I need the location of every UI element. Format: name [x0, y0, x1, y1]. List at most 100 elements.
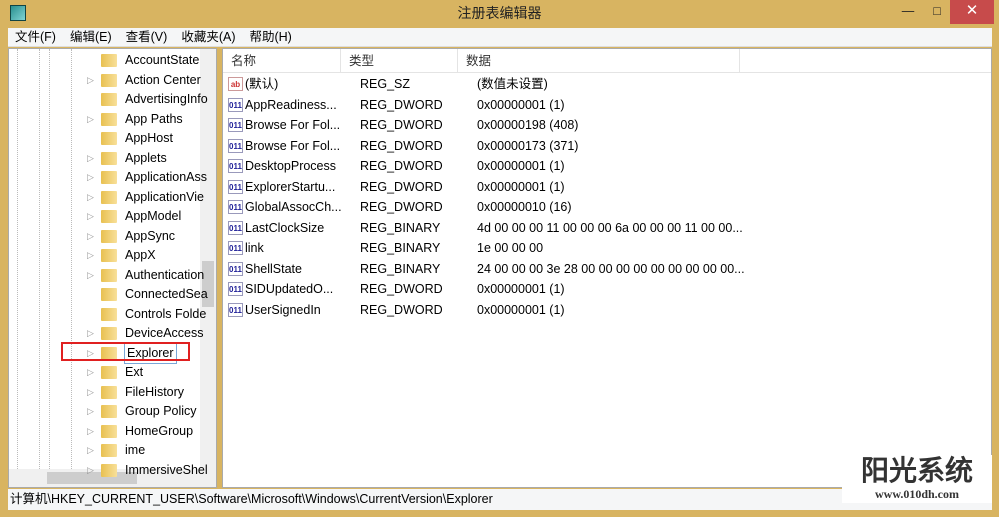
- tree-item[interactable]: ▷ App Paths: [87, 110, 183, 129]
- expand-arrow-icon[interactable]: ▷: [87, 422, 97, 441]
- expand-arrow-icon[interactable]: ▷: [87, 266, 97, 285]
- expand-arrow-icon[interactable]: ▷: [87, 324, 97, 343]
- binary-value-icon: 011: [228, 200, 243, 214]
- column-header-name[interactable]: 名称: [223, 49, 341, 72]
- value-name: UserSignedIn: [245, 302, 321, 317]
- expand-arrow-icon[interactable]: ▷: [87, 110, 97, 129]
- list-header: 名称 类型 数据: [223, 49, 991, 73]
- folder-icon: [101, 268, 117, 282]
- list-row[interactable]: 011 GlobalAssocCh... REG_DWORD 0x00000010 (…: [228, 197, 757, 217]
- folder-icon: [101, 73, 117, 87]
- expand-arrow-icon[interactable]: ▷: [87, 168, 97, 187]
- tree-item-label: AppSync: [125, 228, 176, 243]
- binary-value-icon: 011: [228, 261, 243, 276]
- close-button[interactable]: ✕: [950, 0, 994, 24]
- list-row[interactable]: 011 ExplorerStartu... REG_DWORD 0x00000001 …: [228, 177, 757, 197]
- expand-arrow-icon[interactable]: ▷: [87, 207, 97, 226]
- value-name: ShellState: [245, 261, 302, 276]
- tree-item[interactable]: ▷ ime: [87, 441, 145, 460]
- value-type: REG_DWORD: [360, 159, 443, 173]
- expand-arrow-icon[interactable]: ▷: [87, 461, 97, 480]
- list-row[interactable]: 011 LastClockSize REG_BINARY 4d 00 00 00 11…: [228, 218, 757, 238]
- menu-item[interactable]: 收藏夹(A): [174, 28, 242, 46]
- tree-item[interactable]: ▷ ApplicationAss: [87, 168, 207, 187]
- tree-item[interactable]: ConnectedSea: [87, 285, 208, 304]
- tree-item-label: Ext: [125, 365, 144, 379]
- folder-icon: [101, 54, 117, 67]
- tree-item[interactable]: ▷ AppSync: [87, 227, 175, 246]
- folder-icon: [101, 424, 117, 438]
- folder-icon: [101, 366, 117, 379]
- tree-item[interactable]: ▷ Authentication: [87, 266, 204, 285]
- list-row[interactable]: ab (默认) REG_SZ (数值未设置): [228, 74, 757, 94]
- expand-arrow-icon[interactable]: ▷: [87, 363, 97, 382]
- tree-item[interactable]: ▷ ApplicationVie: [87, 188, 204, 207]
- folder-icon: [101, 132, 117, 145]
- menu-item[interactable]: 文件(F): [8, 28, 63, 46]
- tree-item[interactable]: ▷ Ext: [87, 363, 143, 382]
- menu-item[interactable]: 编辑(E): [63, 28, 119, 46]
- tree-item-label: Group Policy: [125, 404, 197, 418]
- tree-item[interactable]: AdvertisingInfo: [87, 90, 208, 109]
- tree-item-label: FileHistory: [125, 384, 185, 399]
- tree-item[interactable]: AppHost: [87, 129, 173, 148]
- value-data: 24 00 00 00 3e 28 00 00 00 00 00 00 00 0…: [477, 261, 745, 276]
- value-name: LastClockSize: [245, 220, 325, 235]
- expand-arrow-icon[interactable]: ▷: [87, 149, 97, 168]
- expand-arrow-icon[interactable]: ▷: [87, 227, 97, 246]
- value-data: 0x00000001 (1): [477, 302, 565, 317]
- menu-item[interactable]: 查看(V): [119, 28, 175, 46]
- expand-arrow-icon[interactable]: ▷: [87, 402, 97, 421]
- value-data: 0x00000001 (1): [477, 282, 565, 296]
- expand-arrow-icon[interactable]: ▷: [87, 188, 97, 207]
- tree-item[interactable]: ▷ Applets: [87, 149, 167, 168]
- value-name: SIDUpdatedO...: [245, 282, 334, 296]
- values-list: 名称 类型 数据 ab (默认) REG_SZ (数值未设置) 011 AppReadin…: [222, 48, 992, 488]
- list-row[interactable]: 011 AppReadiness... REG_DWORD 0x00000001 (1…: [228, 95, 757, 115]
- folder-icon: [101, 288, 117, 301]
- list-row[interactable]: 011 SIDUpdatedO... REG_DWORD 0x00000001 (1): [228, 279, 757, 299]
- tree-item[interactable]: ▷ AppModel: [87, 207, 181, 226]
- list-row[interactable]: 011 DesktopProcess REG_DWORD 0x00000001 (1): [228, 156, 757, 176]
- tree-item[interactable]: ▷ FileHistory: [87, 383, 184, 402]
- tree-item[interactable]: AccountState: [87, 51, 199, 70]
- expand-arrow-icon[interactable]: ▷: [87, 441, 97, 460]
- list-row[interactable]: 011 Browse For Fol... REG_DWORD 0x00000198 …: [228, 115, 757, 135]
- maximize-button[interactable]: □: [922, 0, 952, 24]
- tree-item-label: HomeGroup: [125, 423, 194, 438]
- watermark-logo: 阳光系统 www.010dh.com: [842, 455, 992, 503]
- value-type: REG_DWORD: [360, 97, 443, 112]
- tree-item[interactable]: ▷ DeviceAccess: [87, 324, 204, 343]
- folder-icon: [101, 210, 117, 223]
- value-type: REG_DWORD: [360, 138, 443, 153]
- minimize-button[interactable]: —: [893, 0, 923, 24]
- binary-value-icon: 011: [228, 97, 243, 112]
- value-name: AppReadiness...: [245, 97, 337, 112]
- tree-vertical-scrollbar[interactable]: [200, 49, 216, 469]
- list-row[interactable]: 011 link REG_BINARY 1e 00 00 00: [228, 238, 757, 258]
- tree-item[interactable]: ▷ HomeGroup: [87, 422, 193, 441]
- tree-item-label: Action Center: [125, 72, 201, 87]
- menu-bar: 文件(F) 编辑(E) 查看(V) 收藏夹(A) 帮助(H): [8, 28, 992, 47]
- tree-item[interactable]: ▷ AppX: [87, 246, 156, 265]
- column-header-type[interactable]: 类型: [341, 49, 458, 72]
- binary-value-icon: 011: [228, 302, 243, 317]
- list-row[interactable]: 011 ShellState REG_BINARY 24 00 00 00 3e 28…: [228, 259, 757, 279]
- tree-item-label: ime: [125, 443, 146, 457]
- tree-item-label: App Paths: [125, 111, 183, 126]
- tree-item[interactable]: ▷ ImmersiveShel: [87, 461, 208, 480]
- column-header-data[interactable]: 数据: [458, 49, 740, 72]
- list-row[interactable]: 011 UserSignedIn REG_DWORD 0x00000001 (1): [228, 300, 757, 320]
- list-row[interactable]: 011 Browse For Fol... REG_DWORD 0x00000173 …: [228, 136, 757, 156]
- menu-item[interactable]: 帮助(H): [242, 28, 298, 46]
- expand-arrow-icon[interactable]: ▷: [87, 383, 97, 402]
- binary-value-icon: 011: [228, 220, 243, 235]
- tree-item[interactable]: ▷ Action Center: [87, 71, 201, 90]
- value-type: REG_BINARY: [360, 241, 441, 255]
- expand-arrow-icon[interactable]: ▷: [87, 71, 97, 90]
- tree-item[interactable]: ▷ Group Policy: [87, 402, 197, 421]
- value-type: REG_SZ: [360, 77, 411, 91]
- tree-item[interactable]: Controls Folde: [87, 305, 206, 324]
- value-data: 0x00000198 (408): [477, 118, 579, 132]
- expand-arrow-icon[interactable]: ▷: [87, 246, 97, 265]
